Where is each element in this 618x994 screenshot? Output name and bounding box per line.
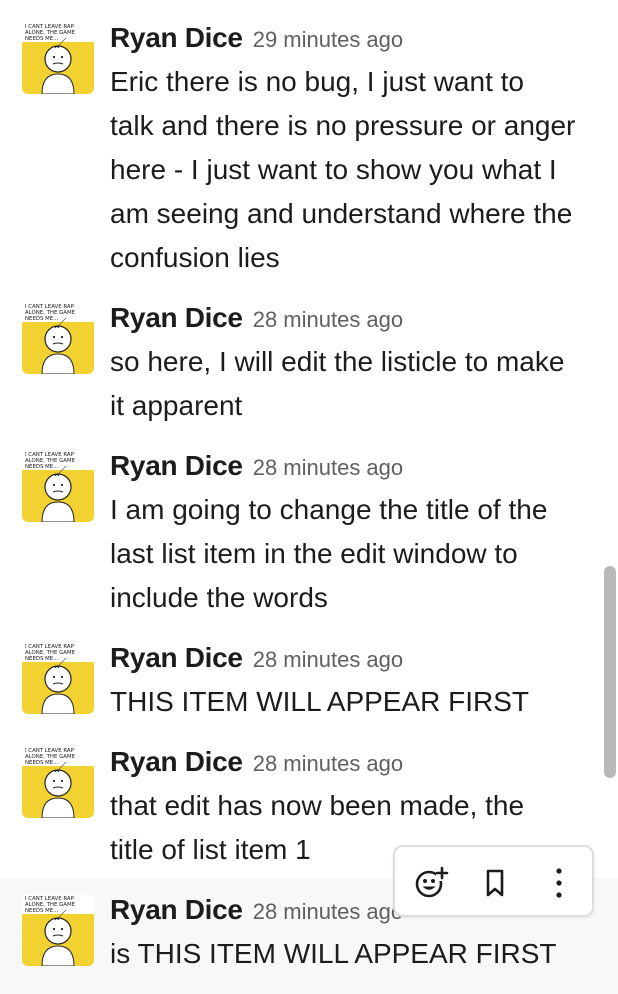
- message-text: Eric there is no bug, I just want to tal…: [110, 66, 576, 273]
- avatar-image: I CANT LEAVE RAP ALONE, THE GAME NEEDS M…: [22, 894, 94, 966]
- avatar-image: I CANT LEAVE RAP ALONE, THE GAME NEEDS M…: [22, 642, 94, 714]
- svg-text:NEEDS ME...: NEEDS ME...: [25, 36, 59, 42]
- add-reaction-button[interactable]: [413, 865, 449, 901]
- avatar[interactable]: I CANT LEAVE RAP ALONE, THE GAME NEEDS M…: [22, 642, 94, 714]
- avatar[interactable]: I CANT LEAVE RAP ALONE, THE GAME NEEDS M…: [22, 302, 94, 374]
- avatar-image: I CANT LEAVE RAP ALONE, THE GAME NEEDS M…: [22, 302, 94, 374]
- author-name[interactable]: Ryan Dice: [110, 642, 243, 673]
- message-thread: I CANT LEAVE RAP ALONE, THE GAME NEEDS M…: [0, 0, 618, 994]
- message-item[interactable]: I CANT LEAVE RAP ALONE, THE GAME NEEDS M…: [0, 296, 618, 428]
- message-item[interactable]: I CANT LEAVE RAP ALONE, THE GAME NEEDS M…: [0, 16, 618, 280]
- add-reaction-icon: [415, 866, 449, 898]
- avatar[interactable]: I CANT LEAVE RAP ALONE, THE GAME NEEDS M…: [22, 894, 94, 966]
- message-item[interactable]: I CANT LEAVE RAP ALONE, THE GAME NEEDS M…: [0, 636, 618, 724]
- timestamp[interactable]: 28 minutes ago: [253, 751, 403, 776]
- avatar[interactable]: I CANT LEAVE RAP ALONE, THE GAME NEEDS M…: [22, 746, 94, 818]
- scrollbar-thumb[interactable]: [604, 566, 616, 778]
- bookmark-icon: [486, 869, 504, 897]
- author-name[interactable]: Ryan Dice: [110, 22, 243, 53]
- avatar[interactable]: I CANT LEAVE RAP ALONE, THE GAME NEEDS M…: [22, 450, 94, 522]
- author-name[interactable]: Ryan Dice: [110, 450, 243, 481]
- author-name[interactable]: Ryan Dice: [110, 746, 243, 777]
- avatar-image: I CANT LEAVE RAP ALONE, THE GAME NEEDS M…: [22, 22, 94, 94]
- author-name[interactable]: Ryan Dice: [110, 302, 243, 333]
- timestamp[interactable]: 28 minutes ago: [253, 307, 403, 332]
- timestamp[interactable]: 28 minutes ago: [253, 899, 403, 924]
- more-actions-icon: [556, 868, 562, 898]
- more-actions-button[interactable]: [541, 865, 577, 901]
- message-text: I am going to change the title of the la…: [110, 494, 548, 613]
- avatar-image: I CANT LEAVE RAP ALONE, THE GAME NEEDS M…: [22, 450, 94, 522]
- message-actions-toolbar: [393, 845, 594, 917]
- avatar[interactable]: I CANT LEAVE RAP ALONE, THE GAME NEEDS M…: [22, 22, 94, 94]
- svg-text:NEEDS ME...: NEEDS ME...: [25, 656, 59, 662]
- svg-text:NEEDS ME...: NEEDS ME...: [25, 760, 59, 766]
- svg-text:NEEDS ME...: NEEDS ME...: [25, 908, 59, 914]
- message-text: THIS ITEM WILL APPEAR FIRST: [110, 686, 530, 717]
- message-text: so here, I will edit the listicle to mak…: [110, 346, 565, 421]
- message-item[interactable]: I CANT LEAVE RAP ALONE, THE GAME NEEDS M…: [0, 444, 618, 620]
- bookmark-button[interactable]: [477, 865, 513, 901]
- svg-text:NEEDS ME...: NEEDS ME...: [25, 316, 59, 322]
- author-name[interactable]: Ryan Dice: [110, 894, 243, 925]
- timestamp[interactable]: 29 minutes ago: [253, 27, 403, 52]
- timestamp[interactable]: 28 minutes ago: [253, 455, 403, 480]
- avatar-image: I CANT LEAVE RAP ALONE, THE GAME NEEDS M…: [22, 746, 94, 818]
- message-text: is THIS ITEM WILL APPEAR FIRST: [110, 938, 557, 969]
- timestamp[interactable]: 28 minutes ago: [253, 647, 403, 672]
- svg-text:NEEDS ME...: NEEDS ME...: [25, 464, 59, 470]
